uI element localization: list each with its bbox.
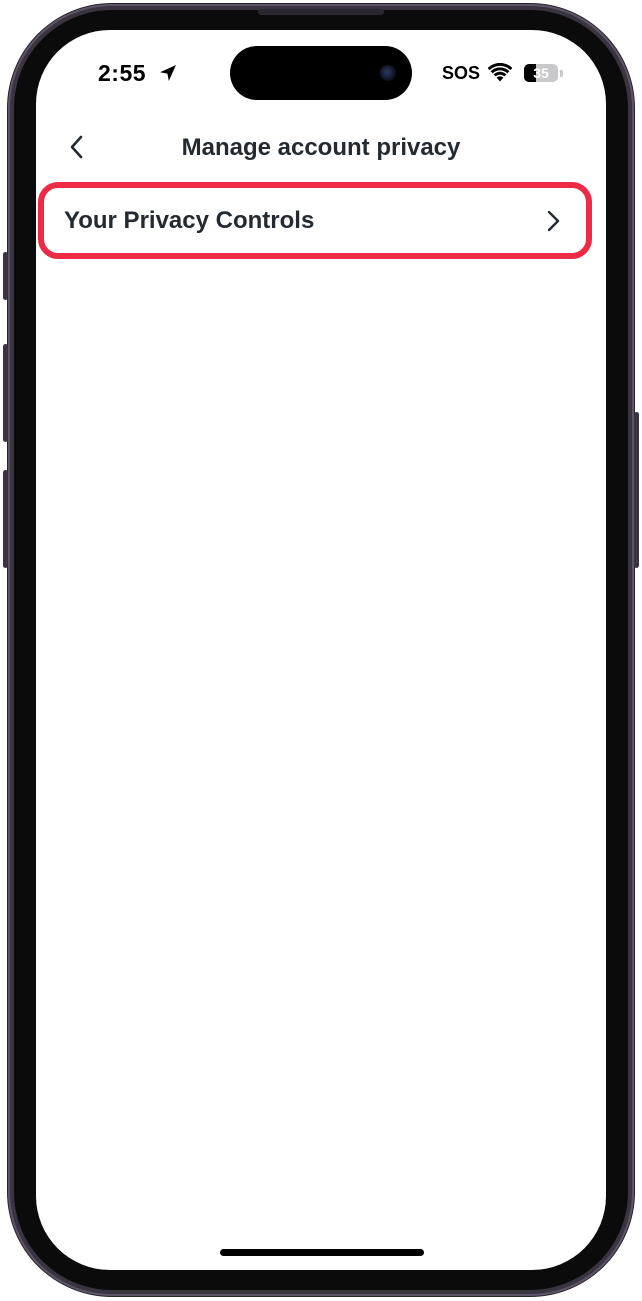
carrier-sos: SOS bbox=[442, 63, 481, 83]
volume-down-button bbox=[3, 470, 8, 568]
back-button[interactable] bbox=[60, 130, 94, 164]
battery-tip bbox=[560, 70, 563, 77]
volume-up-button bbox=[3, 344, 8, 442]
chevron-right-icon bbox=[547, 210, 560, 231]
chevron-left-icon bbox=[70, 135, 83, 159]
list-item-label: Your Privacy Controls bbox=[64, 206, 315, 234]
wifi-icon bbox=[488, 63, 512, 82]
page-title: Manage account privacy bbox=[181, 134, 461, 161]
home-indicator[interactable] bbox=[220, 1249, 424, 1256]
location-arrow-icon bbox=[160, 65, 176, 81]
list-item-your-privacy-controls[interactable]: Your Privacy Controls bbox=[46, 190, 584, 251]
earpiece bbox=[258, 9, 384, 15]
battery-percent: 35 bbox=[533, 65, 549, 81]
battery-icon: 35 bbox=[524, 64, 558, 82]
action-button bbox=[3, 252, 8, 300]
screen: 2:55 SOS 35 Manage account privacy Your … bbox=[36, 30, 606, 1270]
dynamic-island bbox=[230, 46, 412, 100]
status-time: 2:55 bbox=[98, 60, 147, 86]
camera-icon bbox=[380, 65, 396, 81]
power-button bbox=[634, 412, 639, 568]
